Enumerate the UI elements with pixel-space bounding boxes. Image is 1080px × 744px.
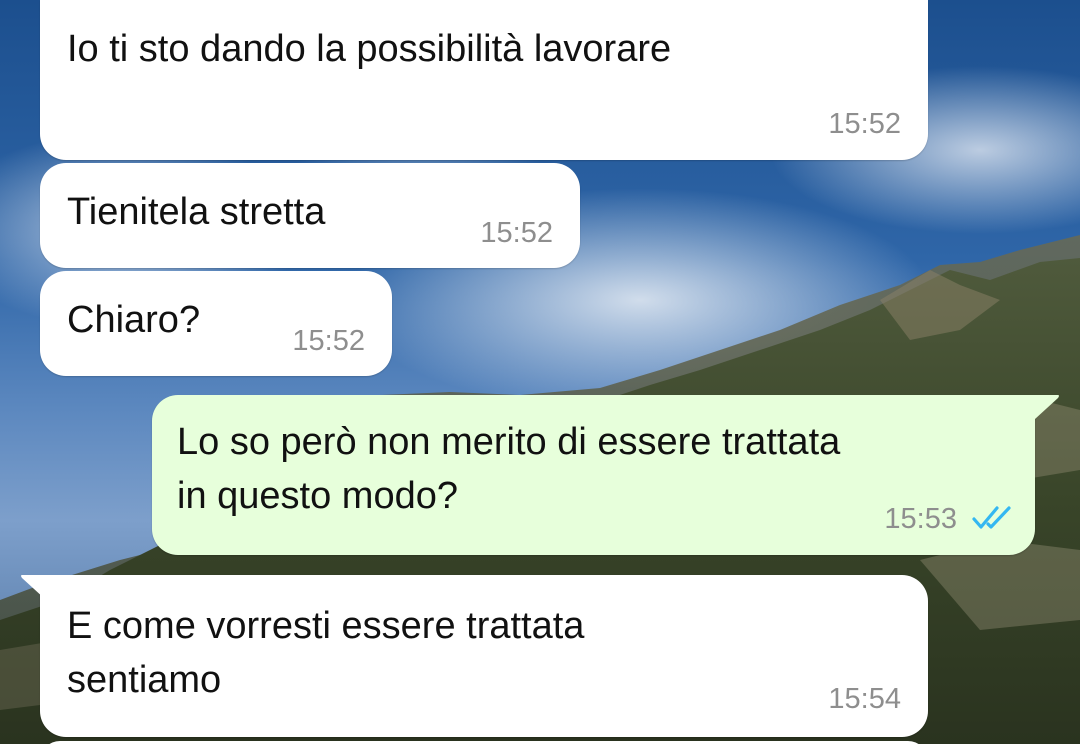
message-timestamp: 15:52 <box>292 325 365 357</box>
message-text: Io ti sto dando la possibilità lavorare <box>67 28 672 70</box>
message-text-line: in questo modo? <box>177 475 458 517</box>
message-bubble-incoming[interactable]: Tienitela stretta 15:52 <box>40 163 580 268</box>
double-check-icon <box>972 506 1011 529</box>
message-bubble-incoming[interactable]: E come vorresti essere trattata sentiamo… <box>40 575 928 737</box>
incoming-bubble-tail <box>21 575 50 599</box>
message-text-line: Lo so però non merito di essere trattata <box>177 421 841 463</box>
message-bubble-outgoing[interactable]: Lo so però non merito di essere trattata… <box>152 395 1035 555</box>
message-text-line: E come vorresti essere trattata <box>67 605 585 647</box>
message-text: Tienitela stretta <box>67 191 326 233</box>
message-bubble-incoming[interactable]: Chiaro? 15:52 <box>40 271 392 376</box>
message-timestamp: 15:53 <box>884 503 957 535</box>
message-timestamp: 15:52 <box>480 217 553 249</box>
outgoing-bubble-tail <box>1030 395 1059 419</box>
message-timestamp: 15:54 <box>828 683 901 715</box>
message-text-line: sentiamo <box>67 659 222 701</box>
message-timestamp: 15:52 <box>828 108 901 140</box>
message-text: Chiaro? <box>67 299 201 341</box>
message-bubble-incoming[interactable]: Io ti sto dando la possibilità lavorare … <box>40 0 928 160</box>
